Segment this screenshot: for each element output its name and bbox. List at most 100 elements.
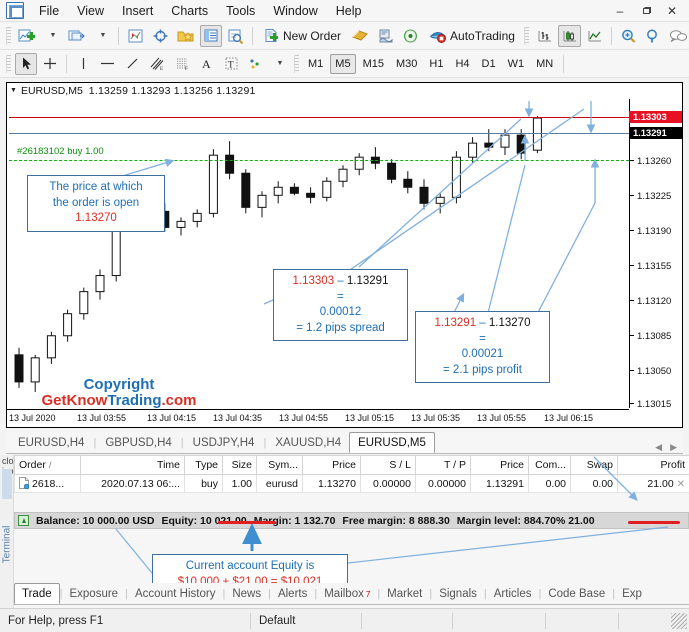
chart-plot-area[interactable]: #26183102 buy 1.00 Copyright GetKnowTrad… [9, 99, 629, 408]
terminal-icon[interactable] [200, 24, 222, 47]
column-time[interactable]: Time [80, 455, 185, 475]
timeframe-m1[interactable]: M1 [303, 54, 328, 74]
toolbar-grip[interactable] [294, 54, 299, 73]
toolbar-grip[interactable] [523, 26, 529, 45]
trendline-icon[interactable] [121, 53, 143, 75]
chevron-left-icon[interactable]: ◀ [655, 442, 662, 453]
callout-open-line2: the order is open [52, 196, 140, 209]
terminal-tab-news[interactable]: News [225, 584, 268, 604]
text-label-icon[interactable]: A [196, 53, 218, 75]
terminal-tab-exposure[interactable]: Exposure [62, 584, 125, 604]
resize-grip-icon[interactable] [671, 612, 687, 629]
timeframe-h1[interactable]: H1 [424, 54, 448, 74]
close-button[interactable]: ✕ [659, 1, 685, 21]
timeframe-m15[interactable]: M15 [358, 54, 389, 74]
column-commission[interactable]: Com... [528, 455, 571, 475]
chart-menu-chevron-down-icon[interactable]: ▼ [10, 87, 17, 94]
mailbox-unread-badge: 7 [365, 589, 371, 599]
menu-help[interactable]: Help [327, 1, 371, 21]
data-window-icon[interactable] [149, 25, 172, 47]
column-tp[interactable]: T / P [415, 455, 471, 475]
timeframe-d1[interactable]: D1 [477, 54, 501, 74]
zoom-out-icon[interactable] [642, 25, 664, 47]
menu-charts[interactable]: Charts [162, 1, 217, 21]
candlestick-chart-icon[interactable] [557, 24, 581, 47]
new-order-button[interactable]: New Order [258, 25, 346, 47]
minimize-button[interactable]: – [607, 1, 633, 21]
horizontal-line-icon[interactable] [96, 53, 119, 75]
table-row[interactable]: 2618... 2020.07.13 06:... buy 1.00 eurus… [14, 474, 689, 493]
signals-icon[interactable] [399, 25, 422, 47]
timeframe-h4[interactable]: H4 [450, 54, 474, 74]
column-profit[interactable]: Profit [617, 455, 689, 475]
terminal-tab-experts[interactable]: Exp [615, 584, 649, 604]
chart-window[interactable]: ▼ EURUSD,M5 1.13259 1.13293 1.13256 1.13… [6, 82, 683, 428]
expert-advisors-icon[interactable] [374, 25, 397, 47]
chart-tab-gbpusd-h4[interactable]: GBPUSD,H4 [97, 433, 179, 453]
menu-tools[interactable]: Tools [217, 1, 264, 21]
column-size[interactable]: Size [222, 455, 257, 475]
menu-view[interactable]: View [68, 1, 113, 21]
cell-symbol: eurusd [256, 474, 303, 493]
line-chart-icon[interactable] [583, 25, 606, 47]
terminal-tab-account-history[interactable]: Account History [128, 584, 223, 604]
chat-icon[interactable] [666, 25, 689, 47]
metaeditor-icon[interactable] [348, 25, 372, 47]
price-tick: 1.13225 [630, 190, 683, 202]
column-order[interactable]: Order / [14, 455, 81, 475]
fibonacci-icon[interactable]: F [171, 53, 194, 75]
terminal-tab-signals[interactable]: Signals [432, 584, 484, 604]
column-swap[interactable]: Swap [570, 455, 618, 475]
terminal-tab-code-base[interactable]: Code Base [541, 584, 612, 604]
terminal-tab-mailbox[interactable]: Mailbox 7 [317, 584, 377, 604]
metatrader-window: File View Insert Charts Tools Window Hel… [0, 0, 689, 632]
profiles-icon[interactable] [65, 25, 89, 47]
zoom-in-icon[interactable] [617, 25, 640, 47]
terminal-scrollbar[interactable] [2, 469, 12, 499]
toolbar-grip[interactable] [6, 54, 11, 73]
menu-window[interactable]: Window [264, 1, 326, 21]
time-axis[interactable]: 13 Jul 2020 13 Jul 03:55 13 Jul 04:15 13… [7, 409, 629, 427]
column-sl[interactable]: S / L [360, 455, 416, 475]
terminal-tab-trade[interactable]: Trade [14, 583, 60, 604]
chart-tab-xauusd-h4[interactable]: XAUUSD,H4 [267, 433, 349, 453]
new-chart-icon[interactable] [15, 25, 39, 47]
profiles-dropdown-chevron-down-icon[interactable]: ▼ [91, 25, 113, 47]
menu-insert[interactable]: Insert [113, 1, 162, 21]
equidistant-channel-icon[interactable]: E [145, 53, 169, 75]
timeframe-m30[interactable]: M30 [391, 54, 422, 74]
strategy-tester-icon[interactable] [224, 25, 247, 47]
price-axis[interactable]: 1.13303 1.13291 1.13260 1.13225 1.13190 … [629, 99, 683, 410]
column-type[interactable]: Type [184, 455, 223, 475]
text-object-icon[interactable]: T [220, 53, 242, 75]
chart-tab-eurusd-h4[interactable]: EURUSD,H4 [10, 433, 92, 453]
restore-button[interactable] [633, 1, 659, 21]
timeframe-m5[interactable]: M5 [330, 53, 356, 74]
bar-chart-icon[interactable] [533, 25, 556, 47]
terminal-tab-alerts[interactable]: Alerts [271, 584, 314, 604]
terminal-tab-market[interactable]: Market [380, 584, 429, 604]
column-symbol[interactable]: Sym... [256, 455, 303, 475]
chevron-right-icon[interactable]: ▶ [670, 442, 677, 453]
crosshair-icon[interactable] [39, 53, 61, 75]
navigator-icon[interactable] [174, 25, 198, 47]
timeframe-w1[interactable]: W1 [503, 54, 530, 74]
autotrading-button[interactable]: AutoTrading [424, 25, 520, 47]
chart-tab-eurusd-m5[interactable]: EURUSD,M5 [349, 432, 435, 453]
column-price-current[interactable]: Price [470, 455, 529, 475]
market-watch-icon[interactable] [124, 25, 147, 47]
column-price-open[interactable]: Price [302, 455, 361, 475]
chart-tab-usdjpy-h4[interactable]: USDJPY,H4 [185, 433, 263, 453]
new-chart-dropdown-chevron-down-icon[interactable]: ▼ [41, 25, 63, 47]
vertical-line-icon[interactable] [72, 53, 94, 75]
close-position-icon[interactable]: ✕ [677, 479, 685, 490]
shapes-dropdown-chevron-down-icon[interactable]: ▼ [268, 53, 290, 75]
menu-file[interactable]: File [30, 1, 68, 21]
toolbar-grip[interactable] [6, 26, 11, 45]
timeframe-mn[interactable]: MN [531, 54, 558, 74]
account-summary-bar: Balance: 10 000.00 USD Equity: 10 021.00… [14, 512, 689, 529]
cursor-icon[interactable] [15, 52, 37, 75]
orders-table[interactable]: Order / Time Type Size Sym... Price S / L… [14, 455, 689, 493]
shapes-icon[interactable] [244, 53, 266, 75]
terminal-tab-articles[interactable]: Articles [487, 584, 539, 604]
